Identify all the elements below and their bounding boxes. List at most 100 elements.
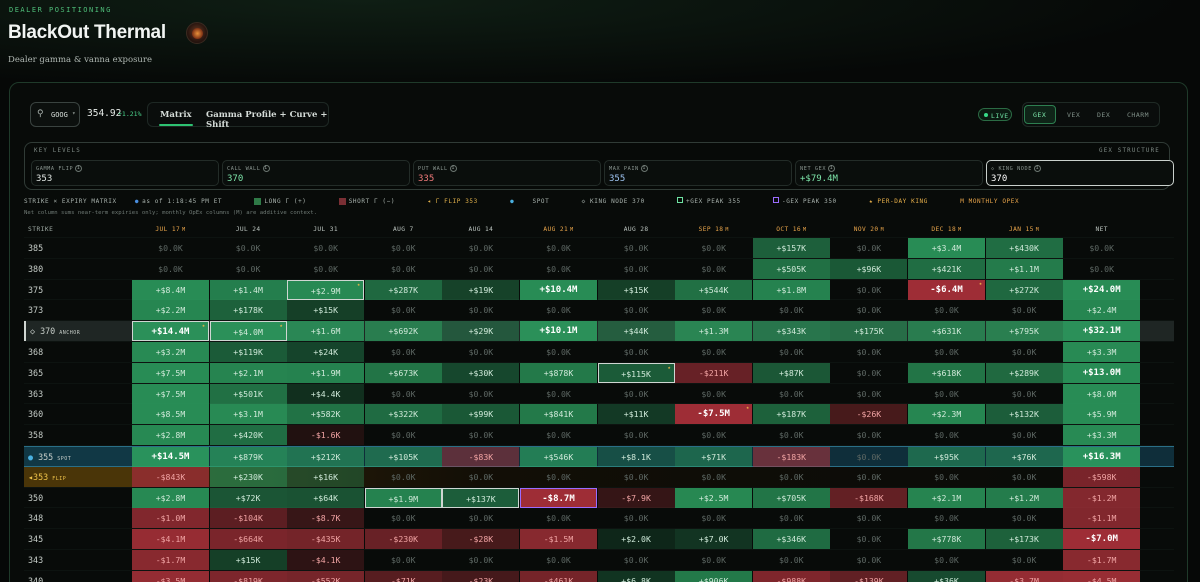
matrix-cell[interactable]: $0.0K [520,238,597,258]
matrix-cell[interactable]: $0.0K [365,238,442,258]
matrix-cell[interactable]: $0.0K [132,238,209,258]
matrix-cell[interactable]: $0.0K [210,238,287,258]
matrix-cell[interactable]: $0.0K [830,238,907,258]
matrix-cell[interactable]: -$168K [830,487,908,508]
matrix-cell[interactable]: +$15K [597,279,675,300]
strike-label[interactable]: ● 355 SPOT [24,446,132,466]
matrix-cell[interactable]: +$137K [442,487,520,508]
matrix-cell[interactable]: $0.0K [365,425,442,445]
matrix-cell[interactable]: +$322K [364,404,442,425]
matrix-cell[interactable]: +$1.8M [752,279,830,300]
matrix-cell[interactable]: +$7.0K [675,529,753,550]
matrix-cell[interactable]: +$5.9M [1063,404,1141,425]
matrix-cell[interactable]: $0.0K [675,238,752,258]
strike-label[interactable]: 348 [24,508,132,528]
matrix-cell[interactable]: -$1.7M [132,549,209,570]
matrix-cell[interactable]: $0.0K [753,300,830,320]
matrix-cell[interactable]: +$878K [520,362,597,383]
matrix-cell[interactable]: $0.0K [830,425,907,445]
matrix-cell[interactable]: $0.0K [365,508,442,528]
matrix-cell[interactable]: -$819K [209,570,287,582]
matrix-cell[interactable]: +$2.1M [908,487,985,508]
matrix-cell[interactable]: +$7.5M [132,383,209,404]
matrix-cell[interactable]: +$1.3M [675,321,753,342]
matrix-cell[interactable]: $0.0K [598,508,675,528]
matrix-cell[interactable]: +$175K [830,321,908,342]
matrix-cell[interactable]: -$598K [1063,466,1141,487]
matrix-cell[interactable]: +$119K [209,341,287,362]
matrix-cell[interactable]: $0.0K [442,508,519,528]
strike-label[interactable]: 340 [24,571,132,582]
info-icon[interactable]: i [640,165,648,172]
matrix-cell[interactable]: +$879K [209,446,287,467]
matrix-cell[interactable]: $0.0K [753,384,830,404]
matrix-cell[interactable]: $0.0K [908,508,985,528]
matrix-cell[interactable]: $0.0K [753,425,830,445]
matrix-cell[interactable]: $0.0K [675,384,752,404]
mode-gex[interactable]: GEX [1033,111,1046,119]
matrix-cell[interactable]: $0.0K [520,259,597,279]
matrix-cell[interactable]: $0.0K [520,508,597,528]
matrix-cell[interactable]: -$28K [442,529,520,550]
matrix-cell[interactable]: +$272K [985,279,1063,300]
matrix-cell[interactable]: +$7.5M [132,362,209,383]
matrix-cell[interactable]: +$11K [597,404,675,425]
matrix-cell[interactable]: +$546K [520,446,597,467]
matrix-cell[interactable]: -$104K [209,508,287,529]
matrix-cell[interactable]: -$211K [675,362,753,383]
matrix-cell[interactable]: -$7.5M ★ [675,404,753,425]
matrix-cell[interactable]: +$421K [908,258,985,279]
matrix-cell[interactable]: +$187K [752,404,830,425]
matrix-cell[interactable]: -$139K [830,570,908,582]
column-header[interactable]: JUL 24 [210,222,287,238]
matrix-cell[interactable]: $0.0K [908,342,985,362]
matrix-cell[interactable]: +$2.1M [209,362,287,383]
matrix-cell[interactable]: $0.0K [753,342,830,362]
strike-label[interactable]: 358 [24,425,132,445]
matrix-cell[interactable]: +$631K [908,321,985,342]
mode-dex[interactable]: DEX [1097,111,1110,119]
matrix-cell[interactable]: $0.0K [986,342,1063,362]
strike-label[interactable]: 345 [24,529,132,549]
matrix-cell[interactable]: +$19K [442,279,520,300]
matrix-cell[interactable]: +$71K [675,446,753,467]
info-icon[interactable]: i [449,165,457,172]
column-header[interactable]: NET [1063,222,1140,238]
matrix-cell[interactable]: +$3.3M [1063,425,1141,446]
info-icon[interactable]: i [1033,165,1041,172]
matrix-cell[interactable]: -$988K [752,570,830,582]
matrix-cell[interactable]: -$6.4M ★ [908,279,985,300]
matrix-cell[interactable]: $0.0K [908,550,985,570]
matrix-cell[interactable]: +$178K [209,300,287,321]
matrix-cell[interactable]: -$552K [287,570,365,582]
matrix-cell[interactable]: $0.0K [442,550,519,570]
matrix-cell[interactable]: -$1.7M [1063,549,1141,570]
matrix-cell[interactable]: +$8.1K [597,446,675,467]
matrix-cell[interactable]: $0.0K [830,508,907,528]
strike-label[interactable]: 350 [24,488,132,508]
matrix-cell[interactable]: -$71K [364,570,442,582]
column-header[interactable]: DEC 18 M [908,222,985,238]
matrix-cell[interactable]: +$3.1M [209,404,287,425]
matrix-cell[interactable]: +$1.2M [985,487,1063,508]
matrix-cell[interactable]: +$346K [752,529,830,550]
matrix-cell[interactable]: -$4.1K [287,549,365,570]
matrix-cell[interactable]: -$1.1M [1063,508,1141,529]
column-header[interactable]: JUL 31 [287,222,364,238]
matrix-cell[interactable]: -$1.5M [520,529,597,550]
matrix-cell[interactable]: +$95K [908,446,985,467]
matrix-cell[interactable]: +$841K [520,404,597,425]
matrix-cell[interactable]: $0.0K [753,508,830,528]
matrix-cell[interactable]: $0.0K [986,550,1063,570]
strike-label[interactable]: 343 [24,550,132,570]
matrix-cell[interactable]: +$2.5M [675,487,753,508]
matrix-cell[interactable]: -$23K [442,570,520,582]
column-header[interactable]: AUG 28 [598,222,675,238]
matrix-cell[interactable]: +$2.8M [132,487,209,508]
matrix-cell[interactable]: $0.0K [675,425,752,445]
strike-label[interactable]: 368 [24,342,132,362]
matrix-cell[interactable]: $0.0K [675,300,752,320]
matrix-cell[interactable]: $0.0K [442,467,519,487]
matrix-cell[interactable]: $0.0K [830,384,907,404]
matrix-cell[interactable]: $0.0K [365,550,442,570]
